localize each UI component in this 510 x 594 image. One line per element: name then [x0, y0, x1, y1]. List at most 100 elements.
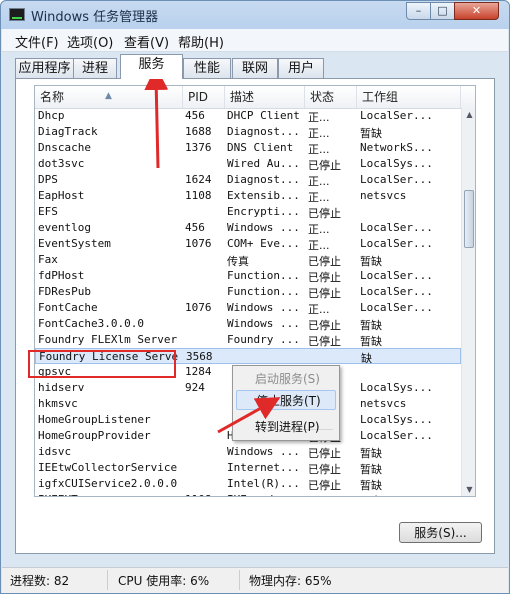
close-button[interactable]: ✕ — [454, 2, 499, 20]
service-description: COM+ Eve... — [227, 237, 299, 250]
service-name: EFS — [38, 205, 58, 218]
service-row[interactable]: IKEEXT 1108 IKE and ... 正... netsvcs — [35, 492, 461, 496]
service-description: Extensib... — [227, 189, 299, 202]
service-group: LocalSer... — [360, 429, 433, 442]
menu-help[interactable]: 帮助(H) — [178, 32, 224, 51]
service-row[interactable]: Dhcp 456 DHCP Client 正... LocalSer... — [35, 108, 461, 124]
service-pid: 456 — [185, 221, 205, 234]
go-to-process-menu-item[interactable]: 转到进程(P) — [236, 417, 336, 437]
service-group: LocalSys... — [360, 413, 433, 426]
scroll-thumb[interactable] — [464, 190, 474, 248]
column-pid[interactable]: PID — [183, 86, 225, 108]
service-description: Diagnost... — [227, 173, 299, 186]
service-description: Windows ... — [227, 445, 299, 458]
service-row[interactable]: EapHost 1108 Extensib... 正... netsvcs — [35, 188, 461, 204]
menu-options[interactable]: 选项(O) — [67, 32, 113, 51]
menu-bar: 文件(F) 选项(O) 查看(V) 帮助(H) — [2, 29, 508, 52]
services-button[interactable]: 服务(S)... — [399, 522, 482, 543]
tab-performance[interactable]: 性能 — [183, 58, 231, 78]
menu-view[interactable]: 查看(V) — [124, 32, 169, 51]
service-status: 已停止 — [308, 271, 341, 284]
service-row[interactable]: EventSystem 1076 COM+ Eve... 正... LocalSer..… — [35, 236, 461, 252]
service-group: 暂缺 — [360, 127, 382, 140]
tab-services[interactable]: 服务 — [120, 54, 183, 79]
column-group[interactable]: 工作组 — [357, 86, 461, 108]
service-row[interactable]: EFS Encrypti... 已停止 — [35, 204, 461, 220]
service-group: 暂缺 — [360, 447, 382, 460]
service-group: netsvcs — [360, 397, 407, 410]
tab-networking[interactable]: 联网 — [232, 58, 278, 78]
column-name-label: 名称 — [40, 90, 65, 104]
service-name: hkmsvc — [38, 397, 78, 410]
stop-service-menu-item[interactable]: 停止服务(T) — [236, 390, 336, 410]
service-row[interactable]: igfxCUIService2.0.0.0 Intel(R)... 已停止 暂缺 — [35, 476, 461, 492]
service-pid: 456 — [185, 109, 205, 122]
context-menu: 启动服务(S) 停止服务(T) 转到进程(P) — [232, 365, 340, 441]
service-name: FontCache — [38, 301, 98, 314]
task-manager-window: Windows 任务管理器 – □ ✕ 文件(F) 选项(O) 查看(V) 帮助… — [0, 0, 510, 594]
service-name: Dhcp — [38, 109, 65, 122]
service-row[interactable]: fdPHost Function... 已停止 LocalSer... — [35, 268, 461, 284]
service-status: 正... — [308, 303, 330, 316]
service-name: Dnscache — [38, 141, 91, 154]
service-name: Foundry FLEXlm Server — [38, 333, 178, 346]
column-name[interactable]: 名称 ▲ — [35, 86, 183, 108]
scroll-down-icon[interactable]: ▼ — [462, 483, 475, 496]
service-row[interactable]: Dnscache 1376 DNS Client 正... NetworkS... — [35, 140, 461, 156]
sort-ascending-icon: ▲ — [105, 91, 112, 101]
service-description: Internet... — [227, 461, 299, 474]
title-bar[interactable]: Windows 任务管理器 – □ ✕ — [1, 1, 509, 29]
tab-applications[interactable]: 应用程序 — [15, 58, 74, 78]
service-pid: 1376 — [185, 141, 212, 154]
service-group: LocalSer... — [360, 285, 433, 298]
column-status[interactable]: 状态 — [305, 86, 357, 108]
service-name: IKEEXT — [38, 493, 178, 496]
service-name: Fax — [38, 253, 58, 266]
service-name: DiagTrack — [38, 125, 98, 138]
service-pid: 1688 — [185, 125, 212, 138]
tab-users[interactable]: 用户 — [278, 58, 324, 78]
service-row[interactable]: IEEtwCollectorService Internet... 已停止 暂缺 — [35, 460, 461, 476]
menu-file[interactable]: 文件(F) — [15, 32, 59, 51]
service-row[interactable]: FontCache 1076 Windows ... 正... LocalSer... — [35, 300, 461, 316]
service-status: 正... — [308, 239, 330, 252]
maximize-button[interactable]: □ — [430, 2, 455, 20]
services-panel: 名称 ▲ PID 描述 状态 工作组 Dhcp 456 DHCP Client 正..… — [15, 78, 495, 554]
service-status: 已停止 — [308, 159, 341, 172]
service-description: IKE and ... — [227, 493, 299, 496]
service-description: DNS Client — [227, 141, 294, 154]
service-row[interactable]: DPS 1624 Diagnost... 正... LocalSer... — [35, 172, 461, 188]
service-row[interactable]: FontCache3.0.0.0 Windows ... 已停止 暂缺 — [35, 316, 461, 332]
service-name: FontCache3.0.0.0 — [38, 317, 144, 330]
service-group: LocalSys... — [360, 157, 433, 170]
service-description: 传真 — [227, 255, 249, 268]
service-name: hidserv — [38, 381, 85, 394]
service-name: eventlog — [38, 221, 91, 234]
service-status: 已停止 — [308, 447, 341, 460]
service-row[interactable]: Foundry FLEXlm Server Foundry ... 已停止 暂缺 — [35, 332, 461, 348]
service-row[interactable]: DiagTrack 1688 Diagnost... 正... 暂缺 — [35, 124, 461, 140]
service-description: Wired Au... — [227, 157, 299, 170]
service-row[interactable]: eventlog 456 Windows ... 正... LocalSer... — [35, 220, 461, 236]
service-description: Foundry ... — [227, 333, 299, 346]
service-row[interactable]: Fax 传真 已停止 暂缺 — [35, 252, 461, 268]
service-row[interactable]: idsvc Windows ... 已停止 暂缺 — [35, 444, 461, 460]
tab-processes[interactable]: 进程 — [73, 58, 117, 78]
start-service-menu-item[interactable]: 启动服务(S) — [236, 369, 336, 389]
service-group: netsvcs — [360, 493, 440, 496]
service-name: FDResPub — [38, 285, 91, 298]
service-row[interactable]: dot3svc Wired Au... 已停止 LocalSys... — [35, 156, 461, 172]
column-description[interactable]: 描述 — [225, 86, 305, 108]
service-group: LocalSys... — [360, 381, 433, 394]
vertical-scrollbar[interactable]: ▲ ▼ — [461, 108, 475, 496]
scroll-up-icon[interactable]: ▲ — [462, 108, 475, 122]
service-group: LocalSer... — [360, 109, 433, 122]
service-row[interactable]: FDResPub Function... 已停止 LocalSer... — [35, 284, 461, 300]
service-description: Intel(R)... — [227, 477, 299, 490]
service-status: 已停止 — [308, 207, 341, 220]
minimize-button[interactable]: – — [406, 2, 431, 20]
service-description: Windows ... — [227, 221, 299, 234]
service-status: 正... — [308, 223, 330, 236]
task-manager-icon — [9, 8, 25, 21]
service-status: 已停止 — [308, 335, 341, 348]
